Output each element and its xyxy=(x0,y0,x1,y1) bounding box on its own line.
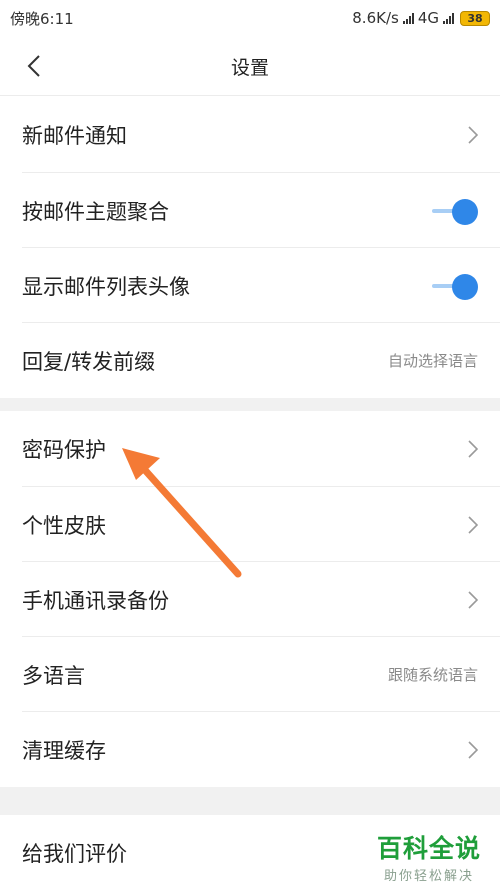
setting-group-by-subject: 按邮件主题聚合 xyxy=(0,173,500,248)
divider xyxy=(0,95,500,96)
show-avatar-toggle[interactable] xyxy=(430,272,478,300)
chevron-right-icon xyxy=(468,590,478,609)
setting-value: 自动选择语言 xyxy=(387,352,478,370)
signal-icon xyxy=(402,12,414,24)
network-type: 4G xyxy=(417,9,439,27)
setting-label: 新邮件通知 xyxy=(22,123,127,148)
network-speed: 8.6K/s xyxy=(352,9,399,27)
nav-header: 设置 xyxy=(0,36,500,96)
battery-icon: 38 xyxy=(460,10,490,26)
watermark-subtitle: 助你轻松解决 xyxy=(383,869,474,884)
setting-value: 跟随系统语言 xyxy=(387,666,478,684)
setting-reply-prefix[interactable]: 回复/转发前缀 自动选择语言 xyxy=(0,323,500,398)
setting-label: 密码保护 xyxy=(22,437,106,462)
chevron-right-icon xyxy=(468,740,478,759)
setting-clear-cache[interactable]: 清理缓存 xyxy=(0,712,500,787)
setting-skin[interactable]: 个性皮肤 xyxy=(0,487,500,562)
setting-label: 显示邮件列表头像 xyxy=(22,274,190,299)
chevron-right-icon xyxy=(468,439,478,458)
setting-label: 多语言 xyxy=(22,663,85,688)
setting-password-protection[interactable]: 密码保护 xyxy=(0,411,500,486)
toggle-knob xyxy=(452,273,478,300)
toggle-knob xyxy=(452,198,478,225)
setting-new-mail-notification[interactable]: 新邮件通知 xyxy=(0,97,500,172)
back-button[interactable] xyxy=(14,48,54,84)
setting-label: 手机通讯录备份 xyxy=(22,588,169,613)
signal-icon xyxy=(443,12,454,24)
setting-label: 按邮件主题聚合 xyxy=(22,199,169,224)
setting-contacts-backup[interactable]: 手机通讯录备份 xyxy=(0,562,500,637)
setting-label: 给我们评价 xyxy=(22,841,127,866)
setting-label: 个性皮肤 xyxy=(22,513,106,538)
setting-label: 回复/转发前缀 xyxy=(22,349,156,374)
watermark-title: 百科全说 xyxy=(376,834,481,863)
chevron-right-icon xyxy=(468,515,478,534)
watermark-logo: 百科全说 助你轻松解决 xyxy=(370,829,488,884)
chevron-left-icon xyxy=(27,55,40,77)
section-gap xyxy=(0,398,500,411)
status-indicators: 8.6K/s 4G 38 xyxy=(352,9,490,27)
setting-show-avatar: 显示邮件列表头像 xyxy=(0,248,500,323)
status-bar: 傍晚6:11 8.6K/s 4G 38 xyxy=(0,0,500,36)
setting-label: 清理缓存 xyxy=(22,738,106,763)
section-gap xyxy=(0,787,500,815)
chevron-right-icon xyxy=(468,125,478,144)
page-title: 设置 xyxy=(230,56,269,79)
group-by-subject-toggle[interactable] xyxy=(430,197,478,225)
status-time: 傍晚6:11 xyxy=(10,9,74,28)
setting-language[interactable]: 多语言 跟随系统语言 xyxy=(0,637,500,712)
